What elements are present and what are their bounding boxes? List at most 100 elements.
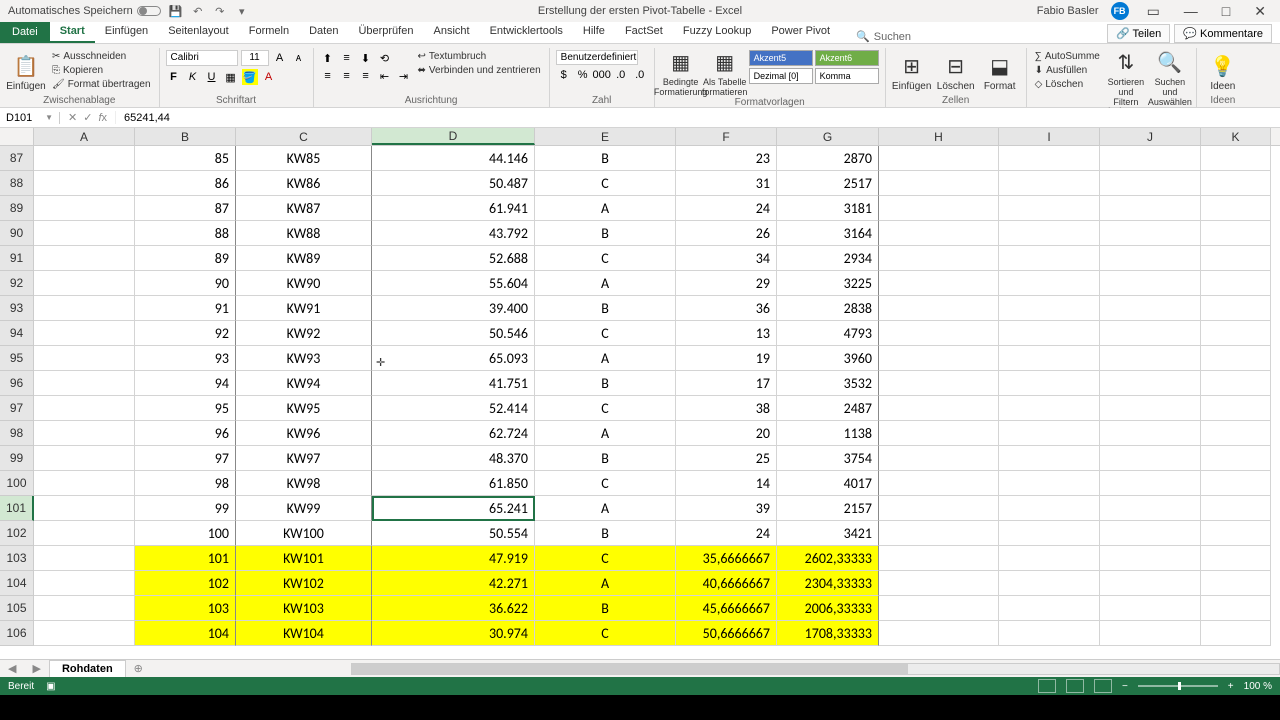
sort-filter-button[interactable]: ⇅Sortieren und Filtern xyxy=(1106,50,1146,107)
ribbon-tab-seitenlayout[interactable]: Seitenlayout xyxy=(158,21,239,43)
font-size-dropdown[interactable]: 11 xyxy=(241,50,269,66)
decrease-decimal-icon[interactable]: .0 xyxy=(632,67,648,83)
cell[interactable]: 2870 xyxy=(777,146,879,171)
cell[interactable] xyxy=(34,546,135,571)
cell[interactable] xyxy=(1100,271,1201,296)
cell[interactable] xyxy=(879,271,999,296)
cell[interactable] xyxy=(879,471,999,496)
cell[interactable]: 94 xyxy=(135,371,236,396)
column-header-G[interactable]: G xyxy=(777,128,879,145)
cell[interactable] xyxy=(1201,146,1271,171)
cell[interactable]: 85 xyxy=(135,146,236,171)
merge-center-button[interactable]: ⬌Verbinden und zentrieren xyxy=(416,64,543,77)
cell[interactable] xyxy=(879,146,999,171)
save-icon[interactable]: 💾 xyxy=(169,4,183,18)
cell[interactable]: 103 xyxy=(135,596,236,621)
cell[interactable] xyxy=(999,621,1100,646)
number-format-dropdown[interactable]: Benutzerdefiniert xyxy=(556,50,638,65)
cell[interactable]: 89 xyxy=(135,246,236,271)
cell-style-accent6[interactable]: Akzent6 xyxy=(815,50,879,66)
cell[interactable] xyxy=(1100,346,1201,371)
row-header[interactable]: 93 xyxy=(0,296,34,321)
cell[interactable]: 29 xyxy=(676,271,777,296)
cell[interactable]: 2304,33333 xyxy=(777,571,879,596)
add-sheet-button[interactable]: ⊕ xyxy=(126,662,151,675)
cell[interactable]: B xyxy=(535,221,676,246)
cell[interactable]: 26 xyxy=(676,221,777,246)
cell[interactable]: 102 xyxy=(135,571,236,596)
cell[interactable]: 23 xyxy=(676,146,777,171)
cell[interactable]: 91 xyxy=(135,296,236,321)
ribbon-tab-fuzzy lookup[interactable]: Fuzzy Lookup xyxy=(673,21,761,43)
cell[interactable] xyxy=(879,171,999,196)
decrease-indent-icon[interactable]: ⇤ xyxy=(377,68,393,84)
cell[interactable] xyxy=(999,321,1100,346)
ribbon-tab-überprüfen[interactable]: Überprüfen xyxy=(348,21,423,43)
cell[interactable]: KW104 xyxy=(236,621,372,646)
cell[interactable]: 47.919 xyxy=(372,546,535,571)
cell[interactable] xyxy=(1201,246,1271,271)
cell[interactable] xyxy=(1100,396,1201,421)
border-button[interactable]: ▦ xyxy=(223,69,239,85)
row-header[interactable]: 99 xyxy=(0,446,34,471)
cell[interactable]: 62.724 xyxy=(372,421,535,446)
horizontal-scrollbar[interactable] xyxy=(351,663,1280,675)
cell[interactable] xyxy=(999,446,1100,471)
cell[interactable] xyxy=(879,296,999,321)
cell[interactable]: 44.146 xyxy=(372,146,535,171)
cut-button[interactable]: ✂Ausschneiden xyxy=(50,50,153,63)
cell[interactable]: 87 xyxy=(135,196,236,221)
formula-bar[interactable]: 65241,44 xyxy=(116,112,1280,124)
cell[interactable] xyxy=(999,496,1100,521)
insert-cells-button[interactable]: ⊞Einfügen xyxy=(892,50,932,95)
normal-view-icon[interactable] xyxy=(1038,679,1056,693)
tell-me-search[interactable]: 🔍 Suchen xyxy=(840,30,911,43)
cell[interactable] xyxy=(1100,571,1201,596)
cell[interactable] xyxy=(1201,296,1271,321)
row-header[interactable]: 105 xyxy=(0,596,34,621)
cell[interactable] xyxy=(879,321,999,346)
cell[interactable]: 39 xyxy=(676,496,777,521)
comments-button[interactable]: 💬 Kommentare xyxy=(1174,24,1272,43)
cell[interactable] xyxy=(879,221,999,246)
cell[interactable] xyxy=(1201,271,1271,296)
cell[interactable]: 24 xyxy=(676,521,777,546)
cell[interactable] xyxy=(34,321,135,346)
cell[interactable] xyxy=(999,271,1100,296)
cell[interactable]: A xyxy=(535,421,676,446)
cell[interactable]: 65.241 xyxy=(372,496,535,521)
column-header-F[interactable]: F xyxy=(676,128,777,145)
ribbon-tab-power pivot[interactable]: Power Pivot xyxy=(761,21,840,43)
cell[interactable] xyxy=(1100,146,1201,171)
ribbon-options-icon[interactable]: ▭ xyxy=(1141,3,1166,20)
cell[interactable]: 3754 xyxy=(777,446,879,471)
row-header[interactable]: 100 xyxy=(0,471,34,496)
cell[interactable] xyxy=(999,421,1100,446)
cell[interactable] xyxy=(879,346,999,371)
cell[interactable]: KW91 xyxy=(236,296,372,321)
enter-formula-icon[interactable]: ✓ xyxy=(83,111,92,124)
copy-button[interactable]: ⎘Kopieren xyxy=(50,64,153,77)
cell[interactable]: KW90 xyxy=(236,271,372,296)
thousands-icon[interactable]: 000 xyxy=(594,67,610,83)
cell[interactable]: 19 xyxy=(676,346,777,371)
cell[interactable] xyxy=(999,521,1100,546)
cell[interactable] xyxy=(1201,346,1271,371)
cell[interactable] xyxy=(879,446,999,471)
cell[interactable]: 99 xyxy=(135,496,236,521)
cell[interactable] xyxy=(999,171,1100,196)
cell[interactable]: 50,6666667 xyxy=(676,621,777,646)
cell[interactable]: KW89 xyxy=(236,246,372,271)
cell[interactable] xyxy=(1201,496,1271,521)
ribbon-tab-einfügen[interactable]: Einfügen xyxy=(95,21,158,43)
cell[interactable]: 3421 xyxy=(777,521,879,546)
cell[interactable] xyxy=(1201,396,1271,421)
decrease-font-icon[interactable]: ᴀ xyxy=(291,50,307,66)
file-tab[interactable]: Datei xyxy=(0,21,50,43)
cell[interactable]: 34 xyxy=(676,246,777,271)
cell[interactable] xyxy=(1100,221,1201,246)
paste-button[interactable]: 📋Einfügen xyxy=(6,50,46,95)
row-header[interactable]: 103 xyxy=(0,546,34,571)
cell[interactable]: 3960 xyxy=(777,346,879,371)
spreadsheet-grid[interactable]: ABCDEFGHIJK 8785KW8544.146B2328708886KW8… xyxy=(0,128,1280,659)
